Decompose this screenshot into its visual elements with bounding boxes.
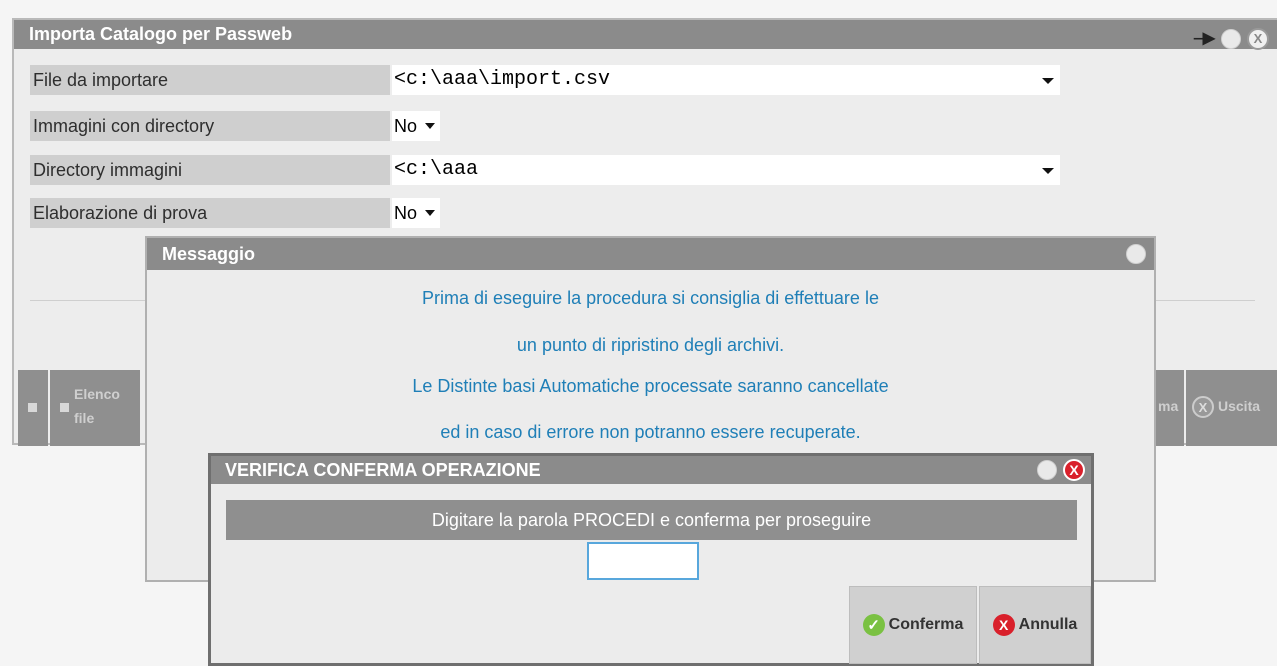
directory-immagini-value: <c:\aaa: [394, 158, 479, 181]
conferma-button[interactable]: ✓ Conferma: [849, 586, 977, 664]
file-value: <c:\aaa\import.csv: [394, 68, 611, 91]
elenco-file-button[interactable]: Elenco file: [50, 370, 140, 446]
close-icon: X: [992, 614, 1015, 636]
message-title: Messaggio: [162, 244, 256, 264]
close-icon[interactable]: X: [1063, 459, 1085, 481]
elaborazione-prova-value: No: [394, 203, 418, 223]
field-label-file: File da importare: [30, 65, 390, 95]
verify-title: VERIFICA CONFERMA OPERAZIONE: [225, 460, 541, 480]
close-icon: X: [1192, 396, 1214, 418]
procedi-input[interactable]: [587, 542, 699, 580]
immagini-directory-select[interactable]: No: [392, 111, 440, 141]
circle-icon[interactable]: [1126, 244, 1146, 264]
verify-dialog: VERIFICA CONFERMA OPERAZIONE X Digitare …: [208, 453, 1094, 666]
file-combobox[interactable]: <c:\aaa\import.csv: [392, 65, 1060, 95]
elaborazione-prova-select[interactable]: No: [392, 198, 440, 228]
uscita-button[interactable]: X Uscita: [1186, 370, 1277, 446]
chevron-down-icon[interactable]: [425, 123, 435, 129]
directory-immagini-combobox[interactable]: <c:\aaa: [392, 155, 1060, 185]
field-label-directory-immagini: Directory immagini: [30, 155, 390, 185]
message-line: ed in caso di errore non potranno essere…: [440, 422, 861, 442]
square-icon: [60, 403, 69, 412]
annulla-label: Annulla: [1018, 616, 1078, 633]
conferma-button-partial[interactable]: ma: [1156, 370, 1184, 446]
message-line: Prima di eseguire la procedura si consig…: [422, 288, 879, 308]
chevron-down-icon[interactable]: [1042, 78, 1054, 84]
field-label-elaborazione-prova: Elaborazione di prova: [30, 198, 390, 228]
chevron-down-icon[interactable]: [1042, 168, 1054, 174]
verify-instruction: Digitare la parola PROCEDI e conferma pe…: [226, 500, 1077, 540]
main-title-bar: Importa Catalogo per Passweb ‒▶ X: [14, 20, 1277, 50]
check-icon: ✓: [862, 614, 885, 636]
close-icon[interactable]: X: [1247, 27, 1269, 50]
pin-icon[interactable]: ‒▶: [1194, 24, 1215, 53]
annulla-button[interactable]: X Annulla: [979, 586, 1091, 664]
message-title-bar: Messaggio: [147, 238, 1154, 270]
square-icon: [28, 403, 37, 412]
file-label: file: [74, 410, 95, 426]
conferma-label: Conferma: [888, 616, 964, 633]
message-line: Le Distinte basi Automatiche processate …: [412, 376, 889, 396]
shortcut-button[interactable]: [18, 370, 48, 446]
field-label-immagini-directory: Immagini con directory: [30, 111, 390, 141]
circle-icon[interactable]: [1221, 28, 1241, 49]
message-line: un punto di ripristino degli archivi.: [516, 335, 785, 355]
conferma-partial-label: ma: [1158, 398, 1179, 414]
chevron-down-icon[interactable]: [425, 210, 435, 216]
verify-title-bar: VERIFICA CONFERMA OPERAZIONE X: [211, 456, 1091, 484]
elenco-label: Elenco: [74, 386, 120, 402]
immagini-directory-value: No: [394, 116, 418, 136]
uscita-label: Uscita: [1218, 398, 1261, 414]
main-title: Importa Catalogo per Passweb: [29, 24, 293, 44]
circle-icon[interactable]: [1037, 460, 1057, 480]
